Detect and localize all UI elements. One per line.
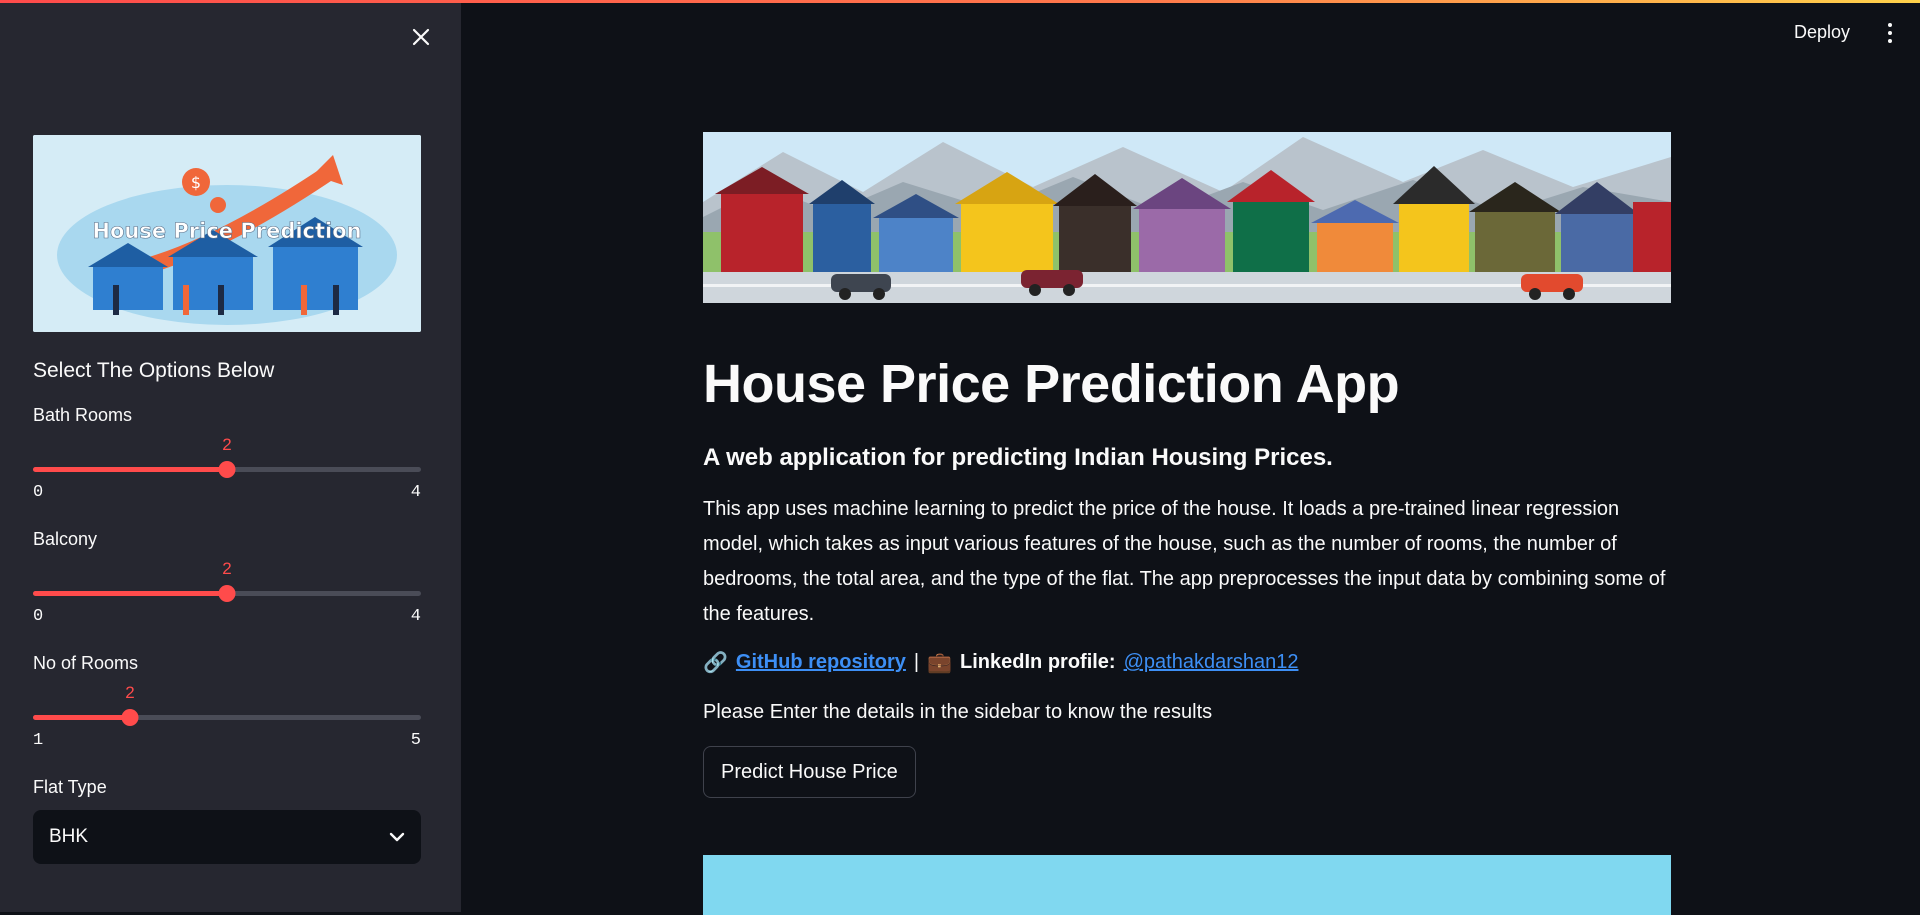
slider-fill <box>33 591 227 596</box>
slider-min-label: 0 <box>33 483 44 502</box>
app-top-decoration <box>0 0 1920 3</box>
github-repository-link[interactable]: GitHub repository <box>736 651 906 674</box>
close-sidebar-button[interactable] <box>404 20 438 54</box>
menu-dot <box>1888 39 1892 43</box>
rooms-slider[interactable]: 2 <box>33 675 421 731</box>
sidebar: $ House Price Prediction Select The Opti… <box>0 0 461 912</box>
bath-rooms-slider-block: Bath Rooms 2 0 4 <box>33 405 421 505</box>
slider-max-label: 5 <box>410 731 421 750</box>
page-subtitle: A web application for predicting Indian … <box>703 444 1333 472</box>
flat-type-label: Flat Type <box>33 777 107 797</box>
sidebar-heading: Select The Options Below <box>33 359 275 382</box>
slider-thumb[interactable] <box>218 461 236 478</box>
predict-house-price-button[interactable]: Predict House Price <box>703 746 916 799</box>
slider-fill <box>33 715 130 720</box>
deploy-button[interactable]: Deploy <box>1780 18 1864 48</box>
rooms-label: No of Rooms <box>33 653 139 673</box>
instruction-text: Please Enter the details in the sidebar … <box>703 701 1213 724</box>
link-separator: | <box>913 651 920 674</box>
flat-type-select[interactable]: BHK <box>33 810 421 864</box>
slider-min-label: 1 <box>33 731 44 750</box>
svg-text:$: $ <box>191 173 201 192</box>
sidebar-content: $ House Price Prediction Select The Opti… <box>33 135 421 864</box>
rooms-slider-block: No of Rooms 2 1 5 <box>33 653 421 753</box>
flat-type-value: BHK <box>49 826 89 847</box>
menu-dot <box>1888 31 1892 35</box>
app-description: This app uses machine learning to predic… <box>703 498 1666 626</box>
slider-thumb[interactable] <box>218 585 236 602</box>
slider-min-label: 0 <box>33 607 44 626</box>
slider-track[interactable] <box>33 715 421 720</box>
bath-rooms-label: Bath Rooms <box>33 405 133 425</box>
balcony-slider-block: Balcony 2 0 4 <box>33 529 421 629</box>
linkedin-profile-label: LinkedIn profile: <box>960 651 1116 674</box>
bath-rooms-value: 2 <box>222 435 232 454</box>
result-image-area <box>703 855 1671 915</box>
balcony-label: Balcony <box>33 529 98 549</box>
links-row: 🔗 GitHub repository | 💼 LinkedIn profile… <box>703 650 1671 675</box>
menu-dot <box>1888 23 1892 27</box>
sidebar-banner-title: House Price Prediction <box>92 219 361 243</box>
balcony-slider[interactable]: 2 <box>33 551 421 607</box>
rooms-value: 2 <box>125 683 135 702</box>
kebab-menu-icon[interactable] <box>1876 19 1904 47</box>
bath-rooms-slider[interactable]: 2 <box>33 427 421 483</box>
slider-fill <box>33 467 227 472</box>
briefcase-icon: 💼 <box>927 652 953 675</box>
link-icon: 🔗 <box>703 652 728 675</box>
close-icon <box>412 28 430 46</box>
linkedin-profile-link[interactable]: @pathakdarshan12 <box>1124 651 1299 674</box>
slider-thumb[interactable] <box>121 709 139 726</box>
balcony-value: 2 <box>222 559 232 578</box>
main-content: House Price Prediction App A web applica… <box>703 132 1671 799</box>
houses-banner-image <box>703 132 1671 303</box>
slider-max-label: 4 <box>410 483 421 502</box>
slider-max-label: 4 <box>410 607 421 626</box>
page-title: House Price Prediction App <box>703 354 1400 414</box>
chevron-down-icon <box>389 832 405 842</box>
sidebar-banner-image: $ House Price Prediction <box>33 135 421 332</box>
